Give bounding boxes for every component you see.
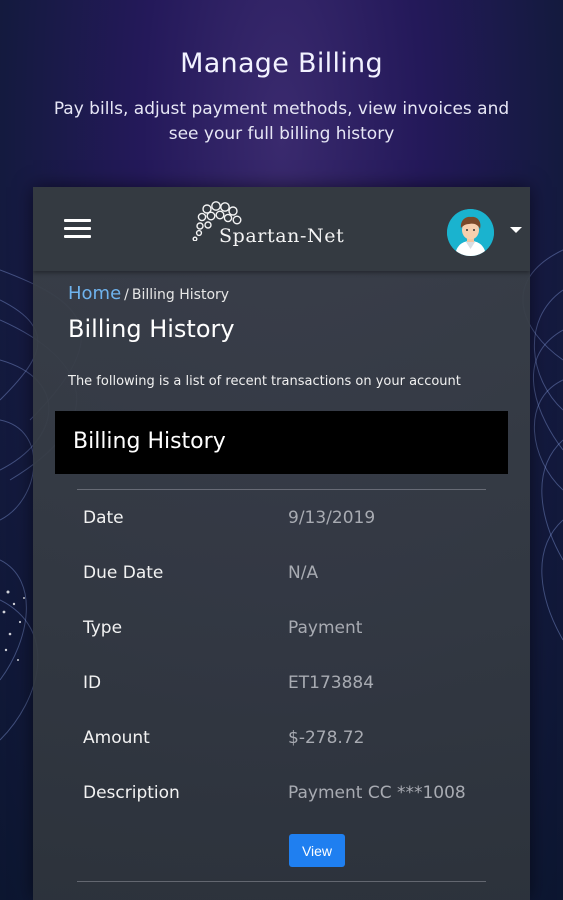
app-screen: Spartan-Net Home / Billing History Billing…: [33, 187, 530, 900]
row-value-description: Payment CC ***1008: [288, 783, 466, 803]
promo-header: Manage Billing Pay bills, adjust payment…: [0, 0, 563, 147]
billing-card-title: Billing History: [73, 429, 226, 454]
breadcrumb-current: Billing History: [131, 287, 230, 303]
promo-title: Manage Billing: [180, 48, 383, 79]
row-value-type: Payment: [288, 618, 363, 638]
row-label-due-date: Due Date: [83, 563, 164, 583]
row-label-description: Description: [83, 783, 180, 803]
row-label-type: Type: [83, 618, 123, 638]
page-intro-text: The following is a list of recent transa…: [68, 374, 461, 389]
row-value-amount: $-278.72: [288, 728, 365, 748]
spartan-net-logo: Spartan-Net: [191, 201, 361, 257]
row-value-date: 9/13/2019: [288, 508, 376, 528]
user-avatar-icon: [447, 209, 494, 256]
divider: [77, 489, 486, 490]
page-title: Billing History: [68, 315, 235, 343]
caret-down-icon[interactable]: [510, 227, 522, 233]
breadcrumb-home-link[interactable]: Home: [68, 283, 121, 304]
hamburger-icon[interactable]: [64, 219, 91, 238]
row-label-id: ID: [83, 673, 102, 693]
row-label-date: Date: [83, 508, 124, 528]
logo-text: Spartan-Net: [219, 225, 345, 247]
view-invoice-button[interactable]: View: [289, 834, 345, 867]
breadcrumb-separator: /: [124, 287, 129, 303]
breadcrumb: Home / Billing History: [68, 283, 229, 304]
row-value-id: ET173884: [288, 673, 375, 693]
app-navbar: Spartan-Net: [33, 187, 530, 271]
row-value-due-date: N/A: [288, 563, 319, 583]
billing-card-header: Billing History: [55, 411, 508, 474]
row-label-amount: Amount: [83, 728, 150, 748]
promo-subtitle: Pay bills, adjust payment methods, view …: [53, 99, 510, 144]
user-avatar[interactable]: [447, 209, 494, 256]
divider: [77, 881, 486, 882]
